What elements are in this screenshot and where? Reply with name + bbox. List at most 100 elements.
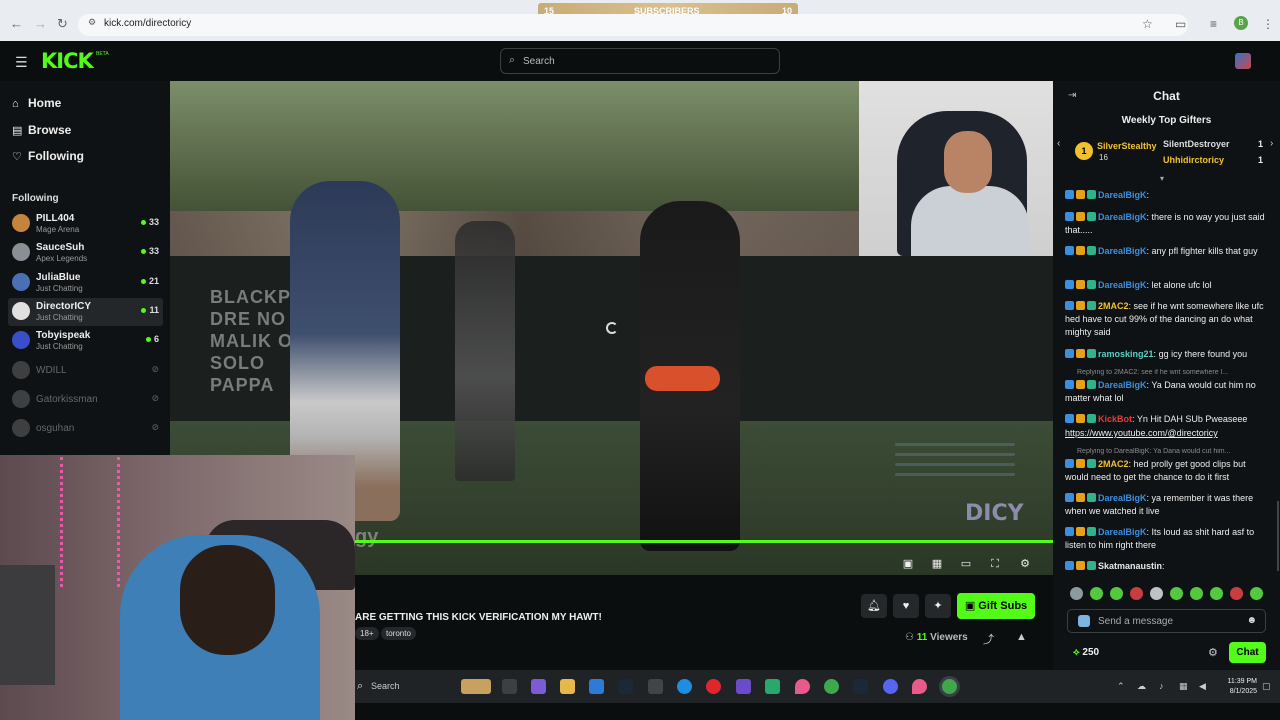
chat-reply-context[interactable]: Replying to 2MAC2: see if he wnt somewhe… — [1077, 369, 1277, 376]
menu-icon[interactable]: ☰ — [15, 54, 28, 71]
maps-icon[interactable] — [795, 679, 810, 694]
bookmark-star-icon[interactable]: ☆ — [1142, 17, 1153, 31]
tray-cloud-icon[interactable]: ☁ — [1137, 681, 1146, 692]
search-box[interactable]: ⌕ — [500, 48, 780, 74]
gift-subs-button[interactable]: ▣ Gift Subs — [957, 593, 1035, 619]
file-explorer-icon[interactable] — [560, 679, 575, 694]
profile-avatar[interactable]: B — [1234, 16, 1248, 30]
taskbar-search-label[interactable]: Search — [371, 681, 400, 691]
chat-username[interactable]: KickBot — [1098, 414, 1132, 424]
opera-icon[interactable] — [706, 679, 721, 694]
channel-points[interactable]: ⟡ 250 — [1073, 647, 1099, 658]
tray-chevron-icon[interactable]: ⌃ — [1117, 681, 1125, 692]
chat-message-input[interactable] — [1098, 614, 1238, 628]
edge-icon[interactable] — [677, 679, 692, 694]
reload-icon[interactable]: ↻ — [57, 16, 68, 32]
chevron-right-icon[interactable]: › — [1270, 138, 1273, 149]
nav-following[interactable]: ♡ Following — [12, 149, 84, 163]
follow-heart-button[interactable]: ♥ — [893, 594, 919, 618]
steam-icon[interactable] — [853, 679, 868, 694]
chat-scrollbar[interactable] — [1277, 501, 1279, 571]
emote-icon[interactable] — [1150, 587, 1163, 600]
chat-settings-icon[interactable]: ⚙ — [1208, 646, 1218, 659]
settings-gear-icon[interactable]: ⚙ — [1018, 557, 1032, 571]
gifter-item[interactable]: SilentDestroyer 1 — [1163, 139, 1263, 149]
address-bar[interactable] — [78, 14, 1188, 36]
chat-username[interactable]: ramosking21 — [1098, 349, 1154, 359]
channel-item-wdill[interactable]: WDILL ⊘ — [8, 357, 163, 385]
chat-username[interactable]: 2MAC2 — [1098, 301, 1129, 311]
fullscreen-icon[interactable]: ⛶ — [988, 557, 1002, 571]
emote-icon[interactable] — [1110, 587, 1123, 600]
chat-username[interactable]: DarealBigK — [1098, 280, 1147, 290]
chat-username[interactable]: DarealBigK — [1098, 493, 1147, 503]
channel-item-osguhan[interactable]: osguhan ⊘ — [8, 415, 163, 443]
channel-item-directoricy[interactable]: DirectorICY Just Chatting 11 — [8, 298, 163, 326]
tray-network-icon[interactable]: ▦ — [1179, 681, 1188, 692]
chat-username[interactable]: 2MAC2 — [1098, 459, 1129, 469]
channel-item-tobyispeak[interactable]: Tobyispeak Just Chatting 6 — [8, 327, 163, 355]
site-info-icon[interactable]: ⚙ — [88, 17, 96, 28]
widget-icon[interactable] — [461, 679, 491, 694]
chat-username[interactable]: DarealBigK — [1098, 190, 1147, 200]
search-input[interactable] — [523, 53, 763, 69]
theater-mode-icon[interactable]: ▭ — [959, 557, 973, 571]
channel-item-gatorkissman[interactable]: Gatorkissman ⊘ — [8, 386, 163, 414]
emote-icon[interactable] — [1210, 587, 1223, 600]
forward-icon[interactable]: → — [34, 16, 47, 31]
emote-icon[interactable] — [1090, 587, 1103, 600]
steam-icon[interactable] — [618, 679, 633, 694]
app-icon[interactable] — [765, 679, 780, 694]
emote-icon[interactable] — [1190, 587, 1203, 600]
chevron-left-icon[interactable]: ‹ — [1057, 138, 1060, 149]
emote-icon[interactable] — [1130, 587, 1143, 600]
chrome-icon[interactable] — [824, 679, 839, 694]
app-icon[interactable] — [736, 679, 751, 694]
notification-icon[interactable]: ▢ — [1262, 681, 1271, 692]
chat-username[interactable]: Skatmanaustin — [1098, 561, 1162, 571]
taskbar-clock[interactable]: 11:39 PM 8/1/2025 — [1217, 677, 1257, 697]
nav-home[interactable]: ⌂ Home — [12, 96, 61, 110]
chat-username[interactable]: DarealBigK — [1098, 527, 1147, 537]
share-icon[interactable]: ⤴ — [983, 631, 994, 647]
emoji-picker-icon[interactable]: ☻ — [1246, 615, 1257, 626]
kick-logo[interactable]: KICK — [41, 49, 94, 73]
media-icon[interactable]: ≡ — [1210, 17, 1217, 31]
emote-icon[interactable] — [1230, 587, 1243, 600]
emote-icon[interactable] — [1170, 587, 1183, 600]
chrome-active-icon[interactable] — [942, 679, 957, 694]
stream-tag-18plus[interactable]: 18+ — [355, 627, 379, 640]
app-icon[interactable] — [648, 679, 663, 694]
nav-browse[interactable]: ▤ Browse — [12, 123, 71, 137]
user-avatar[interactable] — [1235, 53, 1251, 69]
channel-item-juliablue[interactable]: JuliaBlue Just Chatting 21 — [8, 269, 163, 297]
chat-username[interactable]: DarealBigK — [1098, 212, 1147, 222]
maps-icon[interactable] — [912, 679, 927, 694]
taskview-icon[interactable] — [502, 679, 517, 694]
channel-item-pill404[interactable]: PILL404 Mage Arena 33 — [8, 210, 163, 238]
back-icon[interactable]: ← — [10, 16, 23, 31]
chat-username[interactable]: DarealBigK — [1098, 246, 1147, 256]
notification-bell-button[interactable]: 🔔︎ — [861, 594, 887, 618]
stream-tag-toronto[interactable]: toronto — [381, 627, 416, 640]
chat-send-button[interactable]: Chat — [1229, 642, 1266, 663]
discord-icon[interactable] — [883, 679, 898, 694]
emote-icon[interactable] — [1250, 587, 1263, 600]
url-text[interactable]: kick.com/directoricy — [104, 18, 191, 29]
chat-reply-context[interactable]: Replying to DarealBigK: Ya Dana would cu… — [1077, 448, 1277, 455]
gifter-item[interactable]: Uhhidirctoricy 1 — [1163, 155, 1263, 165]
report-icon[interactable]: ▲ — [1016, 631, 1027, 643]
chat-username[interactable]: DarealBigK — [1098, 380, 1147, 390]
clip-icon[interactable]: ▦ — [930, 557, 944, 571]
chat-link[interactable]: https://www.youtube.com/@directoricy — [1065, 427, 1265, 440]
cast-icon[interactable]: ▭ — [1175, 17, 1186, 31]
sparkle-button[interactable]: ✦ — [925, 594, 951, 618]
chat-input-box[interactable]: ☻ — [1067, 609, 1266, 633]
top-gifter-name[interactable]: SilverStealthy — [1097, 141, 1157, 151]
miniplayer-icon[interactable]: ▣ — [901, 557, 915, 571]
tray-volume-icon[interactable]: ◀ — [1199, 681, 1206, 692]
browser-menu-icon[interactable]: ⋮ — [1262, 17, 1274, 31]
tray-mic-icon[interactable]: ♪ — [1159, 681, 1164, 691]
emote-icon[interactable] — [1070, 587, 1083, 600]
channel-item-saucesuh[interactable]: SauceSuh Apex Legends 33 — [8, 239, 163, 267]
